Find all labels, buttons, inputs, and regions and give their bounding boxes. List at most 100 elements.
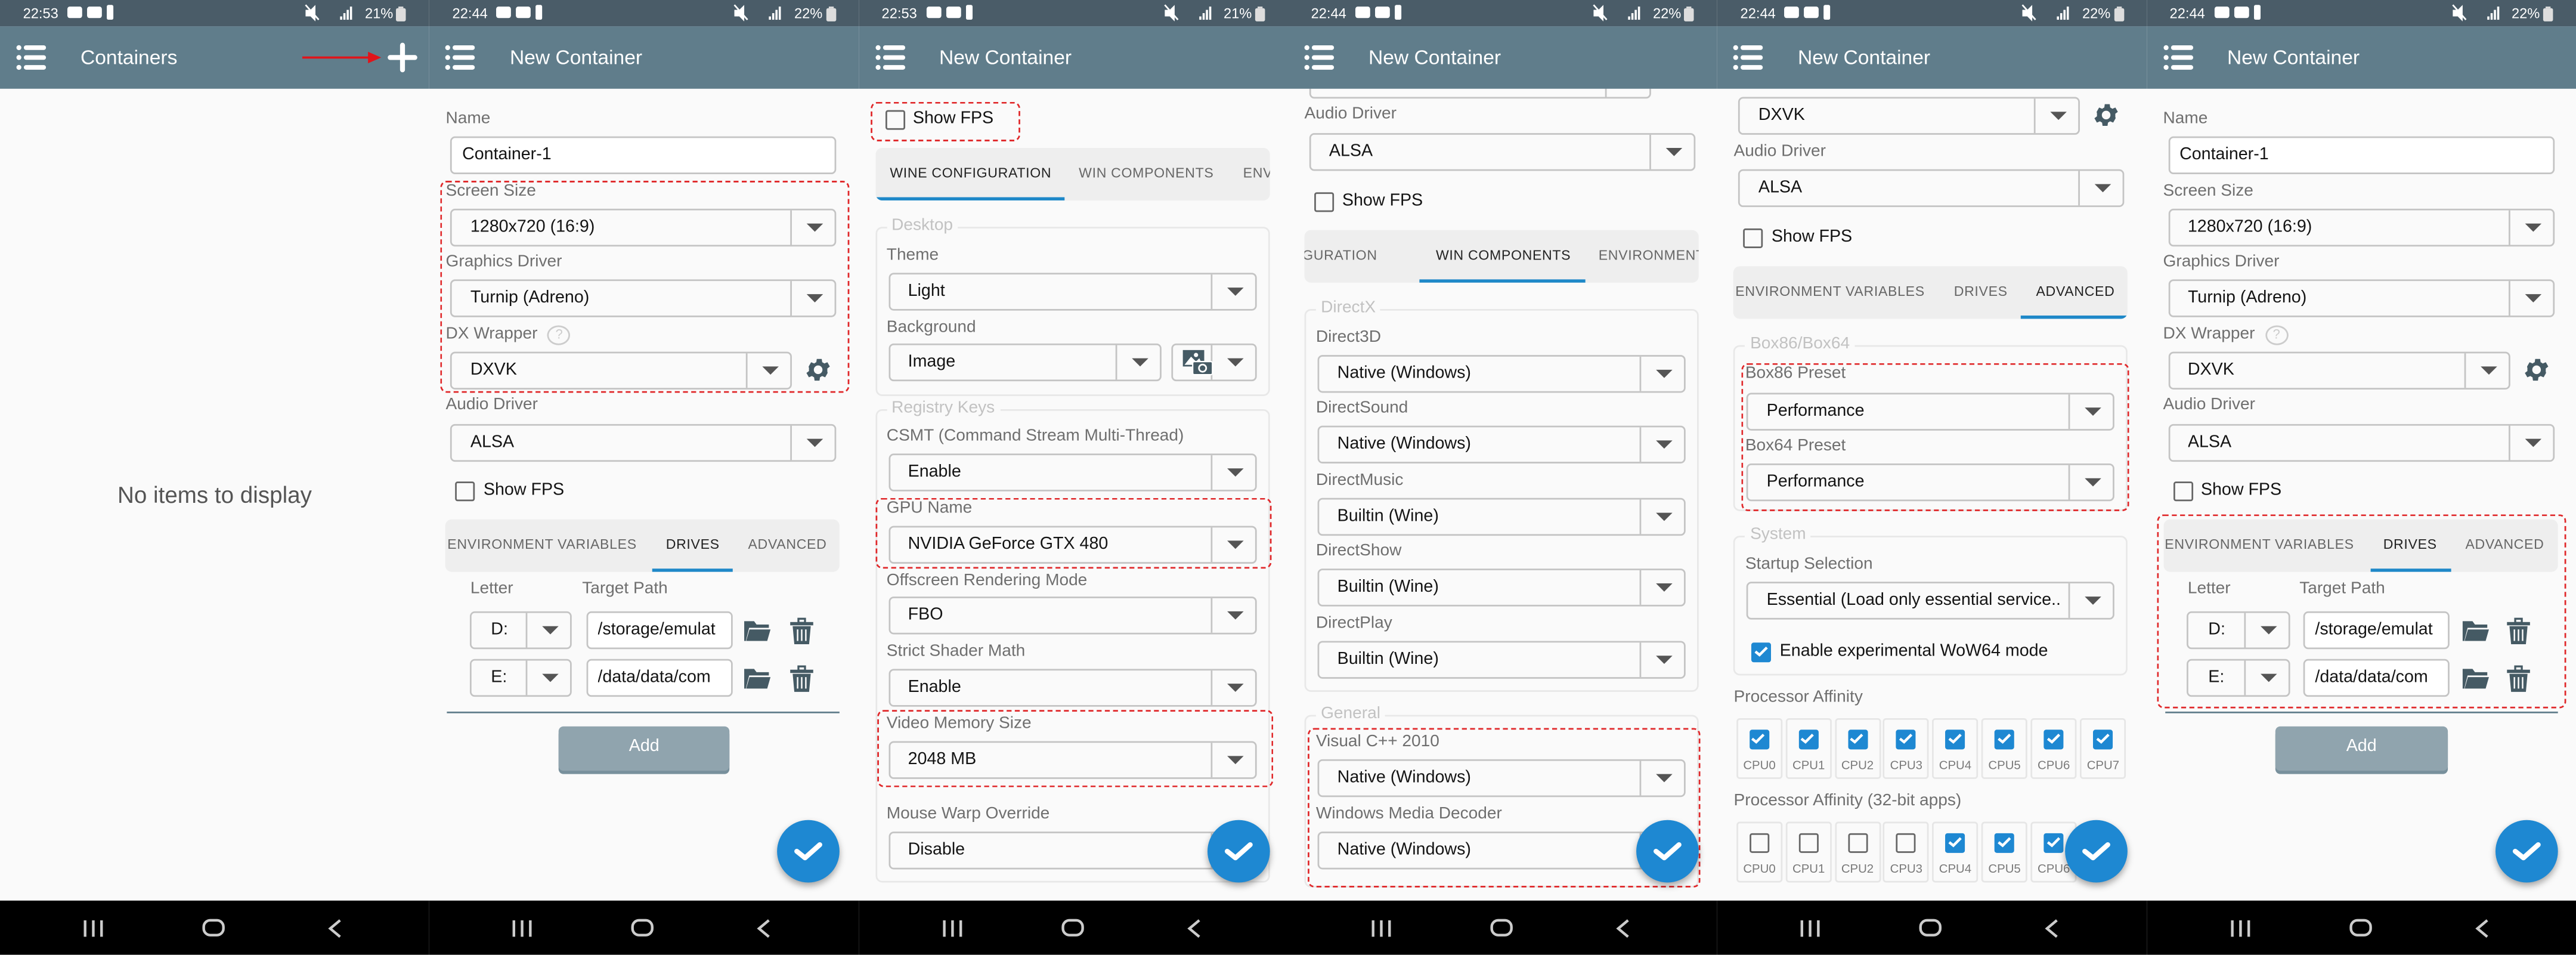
tab-1[interactable]: WIN COMPONENTS (1436, 230, 1571, 280)
back-icon[interactable] (757, 919, 771, 938)
cpu-checkbox[interactable] (1749, 833, 1770, 853)
directshow-select[interactable]: Builtin (Wine) (1317, 568, 1686, 607)
home-icon[interactable] (1490, 919, 1513, 937)
drive-path-input[interactable]: /data/data/com (2303, 659, 2450, 697)
cpu-checkbox[interactable] (1945, 730, 1965, 750)
back-icon[interactable] (2475, 919, 2488, 938)
cpu-checkbox[interactable] (1995, 730, 2015, 750)
show-fps-checkbox[interactable] (2173, 481, 2193, 502)
cpu-checkbox[interactable] (1896, 730, 1916, 750)
wow64-checkbox[interactable] (1751, 642, 1772, 663)
show-fps-checkbox[interactable] (456, 481, 476, 502)
plus-icon[interactable] (388, 42, 417, 73)
wmd-select[interactable]: Native (Windows) (1317, 832, 1686, 870)
vcpp2010-select[interactable]: Native (Windows) (1317, 759, 1686, 798)
gpu-name-select[interactable]: NVIDIA GeForce GTX 480 (888, 526, 1256, 564)
drive-letter-select[interactable]: D: (469, 611, 572, 650)
hamburger-menu-icon[interactable] (875, 44, 905, 70)
home-icon[interactable] (1061, 919, 1084, 937)
save-fab-button[interactable] (1636, 820, 1699, 883)
audio-driver-select[interactable]: ALSA (1309, 133, 1696, 171)
cpu-checkbox[interactable] (2044, 730, 2064, 750)
folder-icon[interactable] (744, 666, 772, 690)
tab-1[interactable]: WIN COMPONENTS (1079, 148, 1213, 197)
cpu-affinity-cell[interactable]: CPU5 (1981, 821, 2028, 883)
cpu-checkbox[interactable] (2044, 833, 2064, 853)
audio-driver-select[interactable]: ALSA (450, 424, 837, 462)
box64-preset-select[interactable]: Performance (1747, 463, 2115, 502)
trash-icon[interactable] (788, 617, 815, 644)
home-icon[interactable] (631, 919, 655, 937)
cpu-checkbox[interactable] (2093, 730, 2113, 750)
hamburger-menu-icon[interactable] (16, 44, 47, 70)
show-fps-checkbox[interactable] (1744, 228, 1764, 249)
save-fab-button[interactable] (1207, 820, 1270, 883)
mouse-warp-select[interactable]: Disable (888, 832, 1256, 870)
background-select[interactable]: Image (888, 343, 1161, 382)
graphics-driver-select[interactable]: Turnip (Adreno) (2168, 279, 2555, 317)
drive-path-input[interactable]: /data/data/com (586, 659, 733, 697)
offscreen-select[interactable]: FBO (888, 597, 1256, 635)
cpu-affinity-cell[interactable]: CPU0 (1736, 821, 1783, 883)
hamburger-menu-icon[interactable] (1733, 44, 1764, 70)
home-icon[interactable] (1919, 919, 1943, 937)
box86-preset-select[interactable]: Performance (1747, 392, 2115, 431)
tab-2[interactable]: ADVANCED (2465, 520, 2544, 569)
directsound-select[interactable]: Native (Windows) (1317, 425, 1686, 463)
tab-0[interactable]: ENVIRONMENT VARIABLES (2165, 520, 2354, 569)
back-icon[interactable] (328, 919, 342, 938)
tab-0[interactable]: WINE CONFIGURATION (1305, 230, 1377, 280)
strict-shader-select[interactable]: Enable (888, 669, 1256, 707)
recent-apps-icon[interactable] (513, 920, 532, 937)
save-fab-button[interactable] (2066, 820, 2128, 883)
save-fab-button[interactable] (2495, 820, 2558, 883)
add-drive-button[interactable]: Add (558, 726, 730, 771)
help-icon[interactable]: ? (2265, 325, 2288, 345)
home-icon[interactable] (202, 919, 225, 937)
tab-2[interactable]: ENVIRONMENT VARIABLES (1243, 148, 1270, 197)
trash-icon[interactable] (788, 665, 815, 691)
tab-1[interactable]: DRIVES (666, 520, 720, 569)
dx-wrapper-select[interactable]: DXVK (1738, 97, 2080, 135)
tab-2[interactable]: ADVANCED (748, 520, 826, 569)
cpu-affinity-cell[interactable]: CPU7 (2080, 718, 2126, 779)
gear-icon[interactable] (2092, 100, 2122, 130)
cpu-affinity-cell[interactable]: CPU5 (1981, 718, 2028, 779)
recent-apps-icon[interactable] (83, 920, 104, 937)
folder-icon[interactable] (2462, 619, 2489, 642)
screen-size-select[interactable]: 1280x720 (16:9) (2168, 208, 2555, 247)
cpu-affinity-cell[interactable]: CPU3 (1883, 821, 1930, 883)
tab-2[interactable]: ENVIRONMENT VARIABLES (1599, 230, 1699, 280)
graphics-driver-select[interactable]: Turnip (Adreno) (450, 279, 837, 317)
drive-path-input[interactable]: /storage/emulat (2303, 611, 2450, 650)
recent-apps-icon[interactable] (942, 920, 962, 937)
dx-wrapper-select[interactable]: DXVK (450, 351, 792, 390)
hamburger-menu-icon[interactable] (445, 44, 476, 70)
dx-wrapper-select[interactable]: DXVK (2168, 351, 2510, 390)
help-icon[interactable]: ? (547, 325, 571, 345)
recent-apps-icon[interactable] (1801, 920, 1820, 937)
name-input[interactable]: Container-1 (2168, 136, 2555, 175)
show-fps-checkbox[interactable] (1314, 192, 1335, 212)
gear-icon[interactable] (2521, 355, 2551, 385)
audio-driver-select[interactable]: ALSA (1738, 169, 2125, 208)
cpu-affinity-cell[interactable]: CPU2 (1834, 718, 1881, 779)
cpu-affinity-cell[interactable]: CPU6 (2030, 718, 2077, 779)
show-fps-checkbox[interactable] (885, 110, 905, 130)
screen-size-select[interactable]: 1280x720 (16:9) (450, 208, 837, 247)
direct3d-select[interactable]: Native (Windows) (1317, 355, 1686, 393)
startup-selection-select[interactable]: Essential (Load only essential service.. (1747, 582, 2115, 620)
folder-icon[interactable] (744, 619, 772, 642)
cpu-checkbox[interactable] (1896, 833, 1916, 853)
tab-0[interactable]: ENVIRONMENT VARIABLES (447, 520, 637, 569)
csmt-select[interactable]: Enable (888, 453, 1256, 492)
cpu-affinity-cell[interactable]: CPU4 (1932, 718, 1979, 779)
cpu-checkbox[interactable] (1749, 730, 1770, 750)
cpu-checkbox[interactable] (1847, 833, 1868, 853)
recent-apps-icon[interactable] (1371, 920, 1392, 937)
cpu-affinity-cell[interactable]: CPU4 (1932, 821, 1979, 883)
tab-0[interactable]: ENVIRONMENT VARIABLES (1735, 266, 1925, 316)
tab-0[interactable]: WINE CONFIGURATION (890, 148, 1051, 197)
video-memory-select[interactable]: 2048 MB (888, 741, 1256, 779)
tab-2[interactable]: ADVANCED (2036, 266, 2114, 316)
